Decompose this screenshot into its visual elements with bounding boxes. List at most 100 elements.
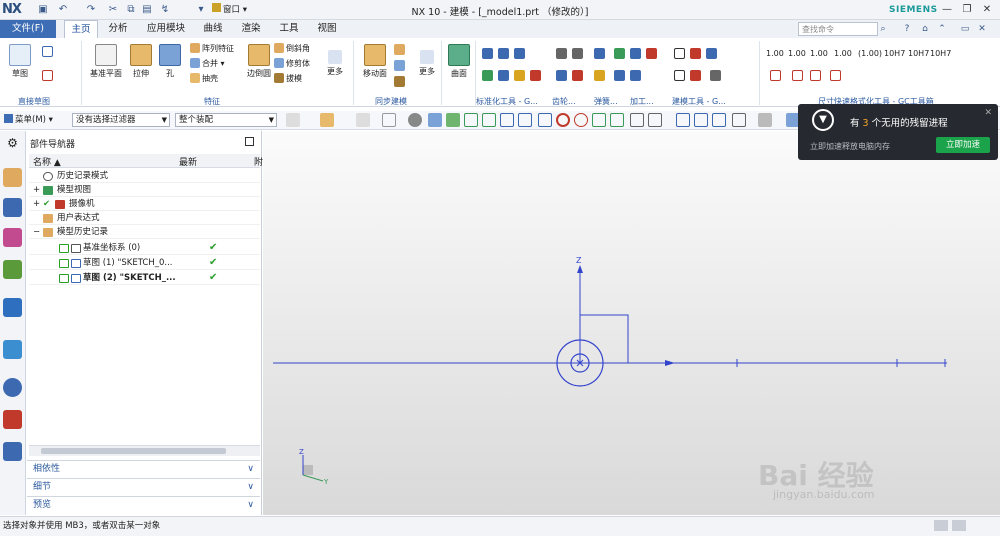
file-menu-tab[interactable]: 文件(F): [0, 20, 56, 38]
feature-more-button[interactable]: 更多: [322, 50, 348, 77]
dim-format-button-2[interactable]: 1.00: [788, 48, 806, 59]
history-icon[interactable]: [3, 340, 22, 359]
graphics-window[interactable]: Z Z Y Bai 经验 jingyan.baidu.com: [263, 131, 1000, 515]
modeling-h7-icon[interactable]: [710, 70, 721, 81]
end-point-icon[interactable]: [464, 113, 478, 127]
tree-row[interactable]: 用户表达式: [29, 211, 260, 225]
render-style-icon[interactable]: [758, 113, 772, 127]
select-curve-icon[interactable]: [382, 113, 396, 127]
collapse-ribbon-icon[interactable]: ⌃: [935, 22, 949, 36]
tab-home[interactable]: 主页: [64, 20, 98, 38]
standard-part-icon[interactable]: [482, 48, 493, 59]
dim-edit-icon[interactable]: [792, 70, 803, 81]
dim-format-button-1[interactable]: 1.00: [766, 48, 784, 59]
modeling-grid-icon[interactable]: [706, 48, 717, 59]
machining-list-icon[interactable]: [614, 70, 625, 81]
spring-icon[interactable]: [594, 48, 605, 59]
tree-row[interactable]: + 模型视图: [29, 183, 260, 197]
dim-format-button-7[interactable]: 10H7: [908, 48, 929, 59]
intersect-icon[interactable]: [518, 113, 532, 127]
fit-icon[interactable]: [676, 113, 690, 127]
close-icon[interactable]: ✕: [978, 2, 996, 17]
select-face-icon[interactable]: [356, 113, 370, 127]
rotate-icon[interactable]: [712, 113, 726, 127]
settings-icon[interactable]: ⌂: [918, 22, 932, 36]
bounded-grid-icon[interactable]: [648, 113, 662, 127]
shaded-icon[interactable]: [428, 113, 442, 127]
point-on-surface-icon[interactable]: [630, 113, 644, 127]
tree-row[interactable]: 草图 (1) "SKETCH_0... ✔: [29, 256, 260, 270]
column-header-latest[interactable]: 最新: [179, 155, 197, 168]
datum-plane-button[interactable]: 基准平面: [88, 44, 124, 79]
palette-icon[interactable]: [3, 410, 22, 429]
gear-icon[interactable]: ⚙: [3, 134, 22, 153]
search-icon[interactable]: ⌕: [876, 22, 890, 36]
checkbox-icon[interactable]: [59, 259, 69, 268]
edge-blend-button[interactable]: 边倒圆: [242, 44, 276, 79]
checkbox-icon[interactable]: [59, 244, 69, 253]
column-header-name[interactable]: 名称 ▲: [33, 155, 61, 168]
close-icon[interactable]: ✕: [984, 108, 992, 118]
dim-format-button-5[interactable]: (1.00): [858, 48, 882, 59]
gear-icon[interactable]: [556, 48, 567, 59]
profile-icon[interactable]: [42, 46, 53, 57]
snap-grid-icon[interactable]: [446, 113, 460, 127]
panel-preview[interactable]: 预览 ∨: [27, 496, 260, 512]
snap-point-icon[interactable]: [408, 113, 422, 127]
web-browser-icon[interactable]: [3, 298, 22, 317]
command-search-input[interactable]: 查找命令: [798, 22, 878, 36]
expand-icon[interactable]: +: [33, 183, 40, 197]
machining-view-icon[interactable]: [646, 48, 657, 59]
shell-button[interactable]: 抽壳: [190, 73, 218, 84]
tree-row[interactable]: + ✔ 摄像机: [29, 197, 260, 211]
gear-list-icon[interactable]: [556, 70, 567, 81]
select-feature-icon[interactable]: [286, 113, 300, 127]
sync-more-button[interactable]: 更多: [414, 50, 440, 77]
unite-button[interactable]: 合并 ▾: [190, 58, 225, 69]
expand-icon[interactable]: +: [33, 197, 40, 211]
orient-view-icon[interactable]: [732, 113, 746, 127]
checkbox-icon[interactable]: [59, 274, 69, 283]
modeling-icon[interactable]: [690, 48, 701, 59]
constraint-navigator-icon[interactable]: [3, 198, 22, 217]
menu-button[interactable]: 菜单(M) ▾: [4, 113, 53, 127]
bearing-icon[interactable]: [530, 70, 541, 81]
key-icon[interactable]: [514, 70, 525, 81]
dim-format-button-3[interactable]: 1.00: [810, 48, 828, 59]
point-on-curve-icon[interactable]: [610, 113, 624, 127]
gear-mesh-icon[interactable]: [572, 48, 583, 59]
panel-details[interactable]: 细节 ∨: [27, 478, 260, 494]
doc-minimize-icon[interactable]: ▭: [958, 22, 972, 36]
extrude-button[interactable]: 拉伸: [128, 44, 154, 79]
chamfer-button[interactable]: 倒斜角: [274, 43, 310, 54]
part-navigator-icon[interactable]: [3, 228, 22, 247]
replace-face-icon[interactable]: [394, 76, 405, 87]
hole-button[interactable]: 孔: [158, 44, 182, 79]
machining-check-icon[interactable]: [630, 48, 641, 59]
collapse-icon[interactable]: −: [33, 225, 40, 239]
triangle-icon[interactable]: [674, 48, 685, 59]
column-header-more[interactable]: 附: [254, 155, 263, 168]
tab-tools[interactable]: 工具: [274, 20, 304, 38]
panel-dependencies[interactable]: 相依性 ∨: [27, 460, 260, 476]
scope-dropdown[interactable]: 整个装配 ▼: [175, 113, 277, 127]
horizontal-scrollbar[interactable]: [29, 445, 260, 456]
pin-icon[interactable]: [498, 70, 509, 81]
pattern-feature-button[interactable]: 阵列特征: [190, 43, 234, 54]
doc-close-icon[interactable]: ✕: [975, 22, 989, 36]
pull-face-icon[interactable]: [394, 44, 405, 55]
diameter-icon[interactable]: [810, 70, 821, 81]
tab-view[interactable]: 视图: [312, 20, 342, 38]
selection-filter-dropdown[interactable]: 没有选择过滤器 ▼: [72, 113, 170, 127]
tab-render[interactable]: 渲染: [236, 20, 266, 38]
gear-delete-icon[interactable]: [572, 70, 583, 81]
existing-point-icon[interactable]: [592, 113, 606, 127]
status-icon[interactable]: [934, 520, 948, 531]
accelerate-button[interactable]: 立即加速: [936, 137, 990, 153]
tree-row[interactable]: 历史记录模式: [29, 169, 260, 183]
clock-icon[interactable]: [3, 378, 22, 397]
modeling-delete-icon[interactable]: [690, 70, 701, 81]
sketch-button[interactable]: 草图: [6, 44, 34, 79]
tree-row[interactable]: 基准坐标系 (0) ✔: [29, 241, 260, 255]
tree-row[interactable]: − 模型历史记录: [29, 225, 260, 239]
